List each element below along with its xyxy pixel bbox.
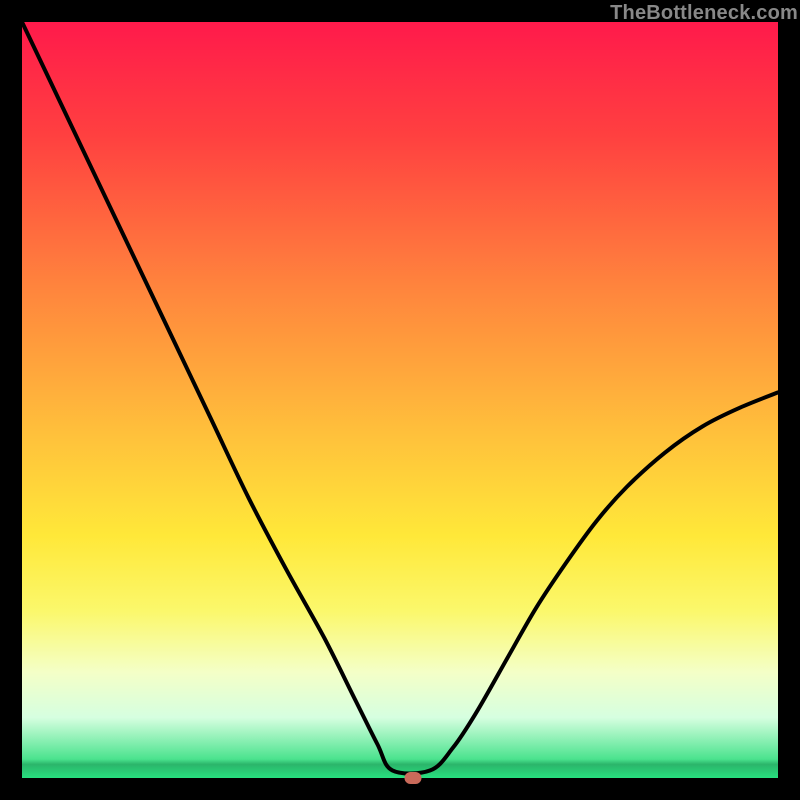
curve-path (22, 22, 778, 774)
bottleneck-curve (22, 22, 778, 778)
chart-frame: TheBottleneck.com (0, 0, 800, 800)
watermark-text: TheBottleneck.com (610, 2, 798, 25)
minimum-marker (404, 772, 421, 784)
